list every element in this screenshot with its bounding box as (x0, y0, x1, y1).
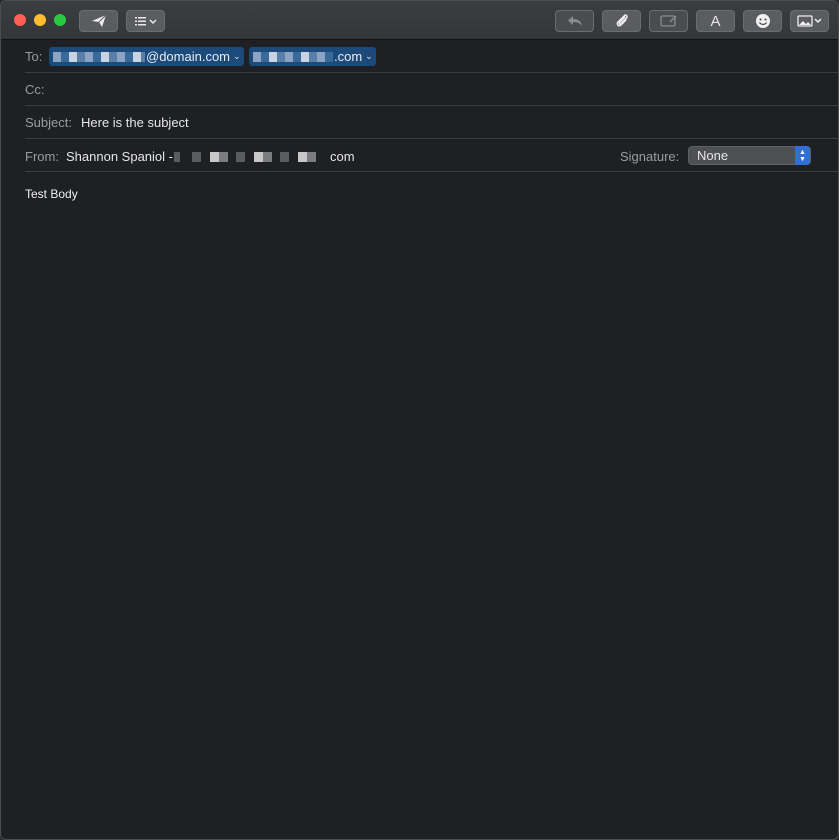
paperclip-icon (615, 13, 629, 29)
recipient-token-1-text: @domain.com (146, 47, 230, 66)
from-name: Shannon Spaniol - (66, 149, 173, 164)
signature-select[interactable]: None ▲▼ (688, 146, 811, 165)
zoom-button[interactable] (54, 14, 66, 26)
photo-browser-icon (797, 14, 823, 28)
redacted-address (192, 152, 324, 162)
redacted-address (53, 52, 145, 62)
subject-row[interactable]: Subject: Here is the subject (25, 105, 838, 139)
header-fields-button[interactable] (126, 10, 165, 32)
chevron-down-icon: ⌄ (365, 47, 373, 66)
markup-icon (660, 14, 678, 28)
paper-plane-icon (91, 14, 107, 28)
signature-value: None (697, 148, 728, 163)
up-down-arrows-icon: ▲▼ (795, 146, 810, 165)
format-label: A (710, 13, 720, 30)
signature-label: Signature: (620, 149, 679, 164)
cc-row[interactable]: Cc: (25, 72, 838, 106)
subject-input[interactable]: Here is the subject (81, 115, 189, 130)
recipient-token-2[interactable]: .com ⌄ (249, 47, 376, 66)
from-label: From: (25, 149, 59, 164)
compose-window: A To: @domain.com ⌄ .com ⌄ Cc: Subject: … (0, 0, 839, 840)
toolbar: A (1, 1, 838, 40)
emoji-button[interactable] (743, 10, 782, 32)
reply-arrow-icon (567, 15, 583, 27)
redacted-address (253, 52, 333, 62)
photo-browser-button[interactable] (790, 10, 829, 32)
from-email-suffix: com (330, 149, 355, 164)
redacted-address (174, 152, 180, 162)
format-button[interactable]: A (696, 10, 735, 32)
to-label: To: (25, 49, 42, 64)
minimize-button[interactable] (34, 14, 46, 26)
from-selector[interactable]: Shannon Spaniol - com (66, 149, 355, 164)
smiley-icon (755, 13, 771, 29)
recipient-token-2-text: .com (334, 47, 362, 66)
close-button[interactable] (14, 14, 26, 26)
attach-button[interactable] (602, 10, 641, 32)
recipient-token-1[interactable]: @domain.com ⌄ (49, 47, 244, 66)
subject-label: Subject: (25, 115, 72, 130)
from-gap (175, 172, 327, 173)
markup-button[interactable] (649, 10, 688, 32)
message-body[interactable]: Test Body (25, 187, 78, 201)
cc-label: Cc: (25, 82, 45, 97)
send-button[interactable] (79, 10, 118, 32)
reply-button[interactable] (555, 10, 594, 32)
list-dropdown-icon (134, 15, 158, 27)
chevron-down-icon: ⌄ (233, 47, 241, 66)
